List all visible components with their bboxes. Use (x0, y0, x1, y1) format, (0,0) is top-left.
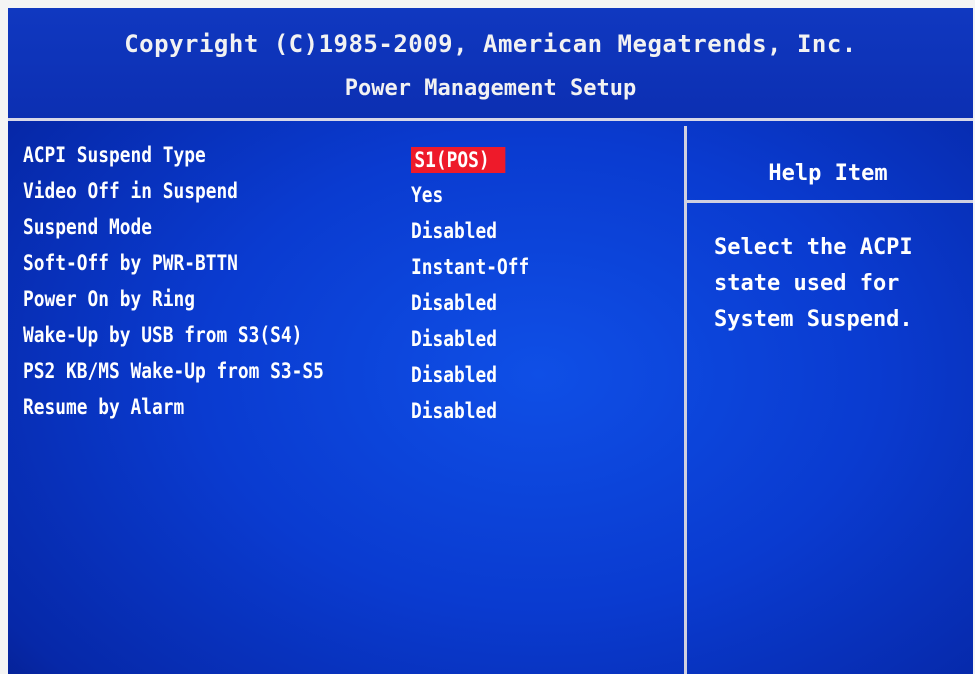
setting-value[interactable]: Disabled (411, 363, 497, 387)
help-title: Help Item (768, 161, 888, 186)
setting-row-resume-by-alarm[interactable]: Resume by Alarm Disabled (8, 395, 684, 431)
setting-row-acpi-suspend-type[interactable]: ACPI Suspend Type S1(POS) (8, 143, 684, 179)
setting-row-power-on-by-ring[interactable]: Power On by Ring Disabled (8, 287, 684, 323)
help-line: Select the ACPI (714, 235, 913, 260)
setting-label: Resume by Alarm (23, 395, 185, 419)
setting-row-video-off-in-suspend[interactable]: Video Off in Suspend Yes (8, 179, 684, 215)
setting-row-ps2-kb-ms-wake-up[interactable]: PS2 KB/MS Wake-Up from S3-S5 Disabled (8, 359, 684, 395)
setting-row-wake-up-by-usb[interactable]: Wake-Up by USB from S3(S4) Disabled (8, 323, 684, 359)
help-line: System Suspend. (714, 307, 913, 332)
copyright-text: Copyright (C)1985-2009, American Megatre… (124, 30, 857, 58)
panel-divider (684, 126, 687, 674)
page-title: Power Management Setup (344, 76, 637, 101)
setting-value[interactable]: Disabled (411, 291, 497, 315)
bios-header: Copyright (C)1985-2009, American Megatre… (8, 8, 973, 121)
help-divider (687, 200, 973, 203)
setting-label: Wake-Up by USB from S3(S4) (23, 323, 303, 347)
setting-value[interactable]: Disabled (411, 327, 497, 351)
setting-label: Soft-Off by PWR-BTTN (23, 251, 238, 275)
setting-label: Power On by Ring (23, 287, 195, 311)
setting-label: PS2 KB/MS Wake-Up from S3-S5 (23, 359, 324, 383)
setting-label: Suspend Mode (23, 215, 152, 239)
setting-row-suspend-mode[interactable]: Suspend Mode Disabled (8, 215, 684, 251)
setting-row-soft-off-by-pwr-bttn[interactable]: Soft-Off by PWR-BTTN Instant-Off (8, 251, 684, 287)
help-line: state used for (714, 271, 900, 296)
setting-value-selected[interactable]: S1(POS) (411, 147, 505, 173)
setting-value[interactable]: Yes (411, 183, 443, 207)
setting-label: Video Off in Suspend (23, 179, 238, 203)
monitor-frame: Copyright (C)1985-2009, American Megatre… (0, 0, 975, 674)
bios-screen: Copyright (C)1985-2009, American Megatre… (8, 8, 973, 674)
setting-value[interactable]: Disabled (411, 399, 497, 423)
help-text: Select the ACPI state used for System Su… (714, 230, 964, 338)
setting-value[interactable]: Instant-Off (411, 255, 529, 279)
setting-label: ACPI Suspend Type (23, 143, 206, 167)
setting-value[interactable]: Disabled (411, 219, 497, 243)
